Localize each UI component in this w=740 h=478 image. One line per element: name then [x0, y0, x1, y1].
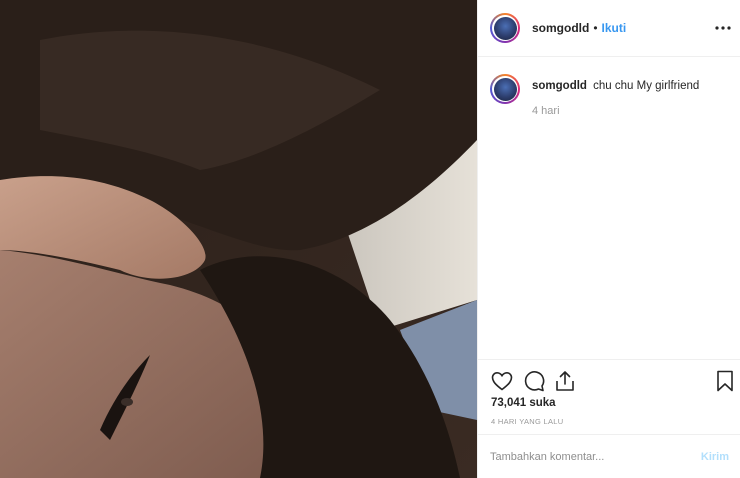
- post-header: somgodld • Ikuti: [478, 0, 740, 57]
- caption-comment: somgodld chu chu My girlfriend 4 hari: [490, 73, 729, 118]
- comment-icon[interactable]: [522, 369, 546, 393]
- more-options-icon[interactable]: [713, 18, 733, 38]
- caption-avatar[interactable]: [490, 74, 520, 104]
- action-bar: [478, 359, 740, 399]
- author-avatar[interactable]: [490, 13, 520, 43]
- heart-icon[interactable]: [490, 369, 514, 393]
- post-photo[interactable]: [0, 0, 477, 478]
- post-timestamp[interactable]: 4 HARI YANG LALU: [491, 417, 563, 426]
- comment-input[interactable]: [490, 450, 701, 463]
- separator-dot: •: [593, 21, 598, 35]
- comments-section: somgodld chu chu My girlfriend 4 hari: [478, 57, 740, 359]
- follow-button[interactable]: Ikuti: [602, 21, 627, 35]
- post-side-panel: somgodld • Ikuti somgodld chu chu My gir…: [477, 0, 740, 478]
- like-count[interactable]: 73,041 suka: [491, 397, 556, 409]
- add-comment-section: Kirim: [478, 434, 740, 478]
- post-comment-button[interactable]: Kirim: [701, 451, 729, 463]
- caption-text: chu chu My girlfriend: [593, 80, 700, 92]
- caption-username[interactable]: somgodld: [532, 80, 587, 92]
- bookmark-icon[interactable]: [713, 369, 737, 393]
- caption-time[interactable]: 4 hari: [532, 104, 699, 118]
- author-username[interactable]: somgodld: [532, 21, 589, 35]
- share-icon[interactable]: [553, 369, 577, 393]
- photo-illustration: [0, 0, 477, 478]
